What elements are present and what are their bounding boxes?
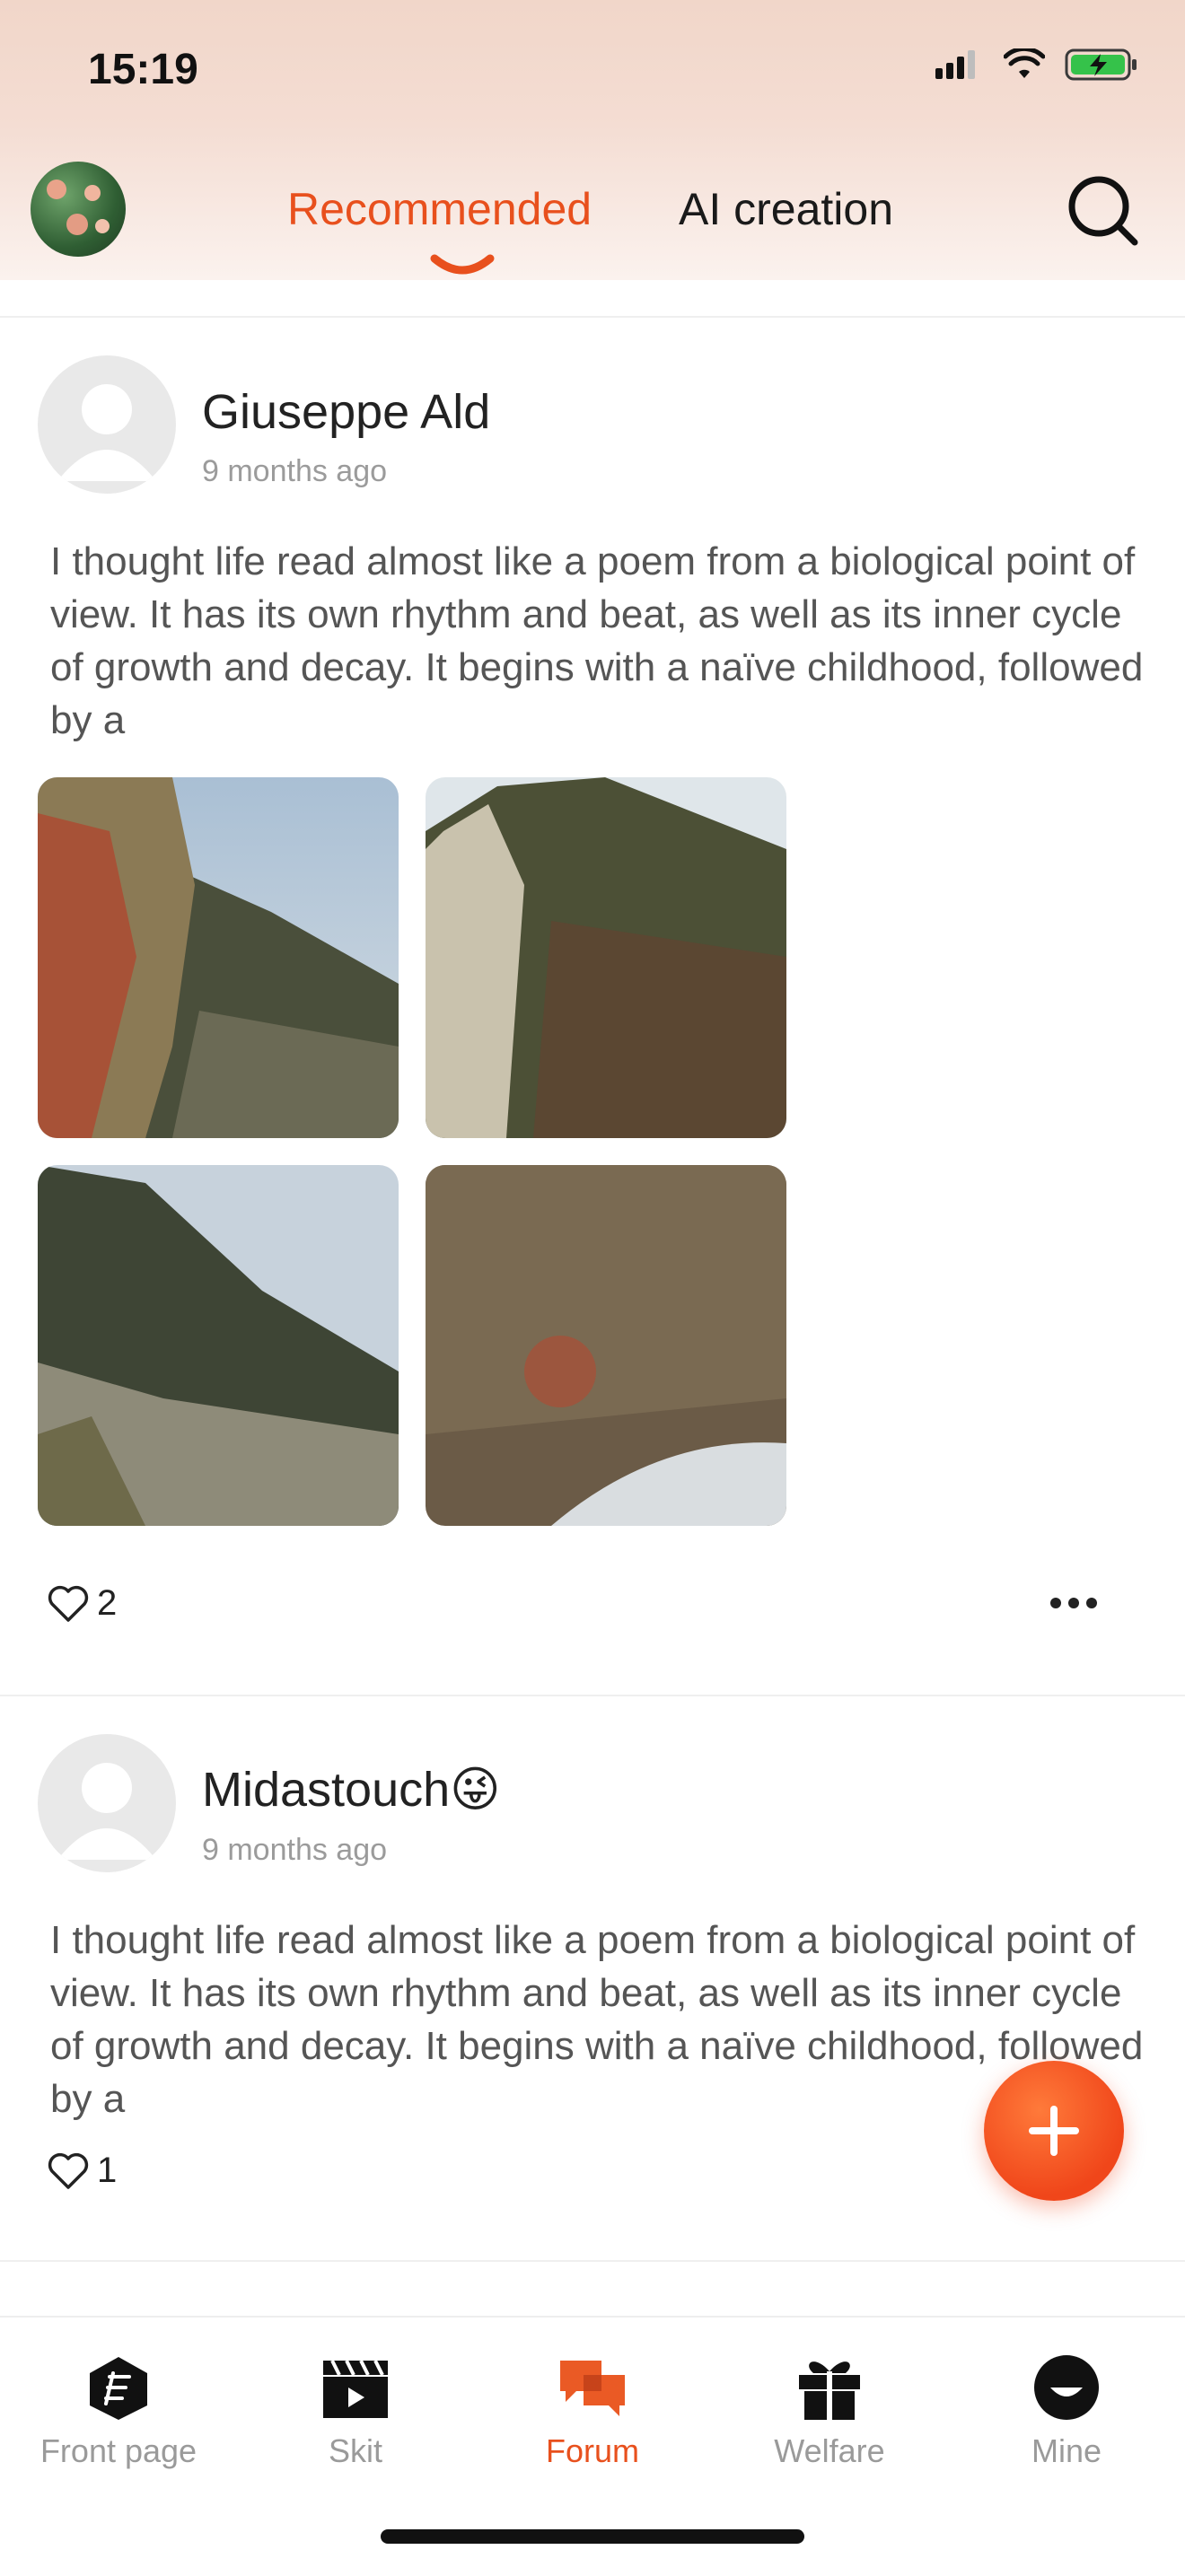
nav-label: Skit bbox=[328, 2432, 382, 2469]
profile-icon bbox=[1034, 2355, 1099, 2420]
author-avatar[interactable] bbox=[38, 1734, 176, 1872]
front-page-icon bbox=[90, 2357, 147, 2420]
battery-charging-icon bbox=[1065, 48, 1137, 81]
post-time: 9 months ago bbox=[202, 1833, 388, 1867]
post-photo[interactable] bbox=[426, 1165, 786, 1526]
search-icon[interactable] bbox=[1065, 172, 1140, 248]
photo-image bbox=[426, 1165, 786, 1526]
status-icons bbox=[934, 47, 1138, 83]
divider bbox=[0, 316, 1185, 318]
tab-recommended[interactable]: Recommended bbox=[287, 184, 592, 234]
divider bbox=[0, 1695, 1185, 1696]
user-avatar[interactable] bbox=[31, 162, 126, 257]
author-name[interactable]: Midastouch😜 bbox=[202, 1761, 500, 1818]
divider bbox=[0, 2260, 1185, 2262]
nav-label: Forum bbox=[545, 2432, 639, 2469]
signal-icon bbox=[935, 50, 975, 79]
nav-forum[interactable]: Forum bbox=[474, 2318, 711, 2515]
chat-bubbles-icon bbox=[560, 2361, 625, 2416]
nav-label: Mine bbox=[1031, 2432, 1102, 2469]
nav-front-page[interactable]: Front page bbox=[0, 2318, 237, 2515]
photo-image bbox=[38, 1165, 399, 1526]
author-name[interactable]: Giuseppe Ald bbox=[202, 384, 490, 440]
default-avatar-icon bbox=[57, 1763, 156, 1860]
status-time: 15:19 bbox=[88, 46, 198, 93]
nav-label: Front page bbox=[40, 2432, 198, 2469]
top-header: 15:19 Recommended AI creation bbox=[0, 0, 1185, 280]
photo-image bbox=[426, 777, 786, 1138]
heart-icon bbox=[48, 2152, 89, 2189]
author-avatar[interactable] bbox=[38, 355, 176, 494]
post-text[interactable]: I thought life read almost like a poem f… bbox=[50, 535, 1146, 747]
photo-image bbox=[38, 777, 399, 1138]
post-text[interactable]: I thought life read almost like a poem f… bbox=[50, 1914, 1146, 2125]
nav-welfare[interactable]: Welfare bbox=[711, 2318, 948, 2515]
create-post-button[interactable] bbox=[984, 2061, 1124, 2201]
nav-mine[interactable]: Mine bbox=[948, 2318, 1185, 2515]
like-button[interactable]: 2 bbox=[47, 1583, 117, 1624]
more-options-icon[interactable] bbox=[1049, 1592, 1099, 1614]
active-tab-indicator bbox=[430, 254, 495, 275]
clapperboard-icon bbox=[323, 2360, 388, 2418]
like-button[interactable]: 1 bbox=[47, 2151, 117, 2191]
default-avatar-icon bbox=[57, 384, 156, 481]
like-count: 1 bbox=[97, 2151, 118, 2190]
like-count: 2 bbox=[97, 1583, 118, 1623]
post-photo[interactable] bbox=[426, 777, 786, 1138]
wifi-icon bbox=[1004, 48, 1045, 78]
tab-ai-creation[interactable]: AI creation bbox=[679, 184, 893, 234]
plus-icon bbox=[1029, 2106, 1079, 2156]
home-indicator[interactable] bbox=[381, 2529, 804, 2544]
post-photo[interactable] bbox=[38, 1165, 399, 1526]
nav-skit[interactable]: Skit bbox=[237, 2318, 474, 2515]
heart-icon bbox=[48, 1585, 89, 1622]
post-photo[interactable] bbox=[38, 777, 399, 1138]
nav-label: Welfare bbox=[774, 2432, 885, 2469]
gift-icon bbox=[799, 2361, 860, 2420]
post-time: 9 months ago bbox=[202, 454, 388, 488]
